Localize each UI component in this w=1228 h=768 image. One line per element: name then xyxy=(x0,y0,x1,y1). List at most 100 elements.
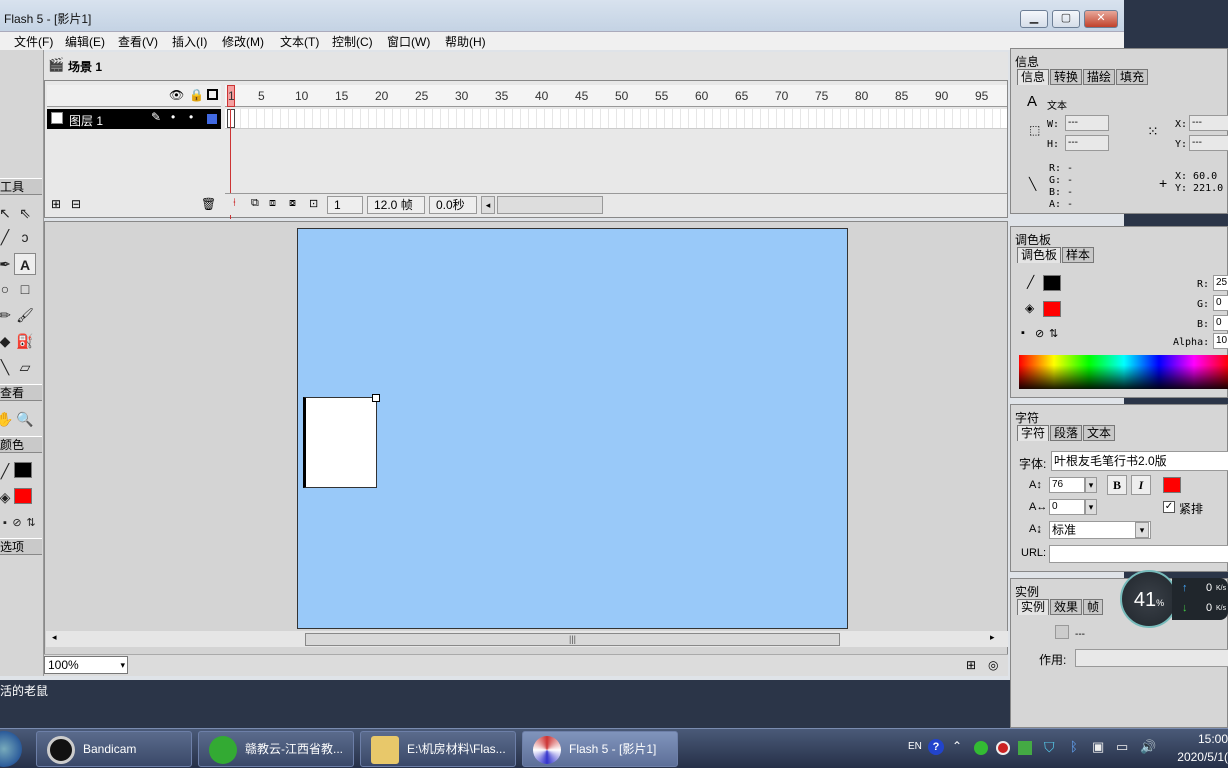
tray-expand-icon[interactable]: ⌃ xyxy=(952,739,962,753)
rectangle-tool-icon[interactable]: □ xyxy=(14,278,36,300)
tracking-field[interactable]: 0 xyxy=(1049,499,1085,515)
menu-window[interactable]: 窗口(W) xyxy=(387,33,430,50)
tray-network-icon[interactable] xyxy=(1018,741,1032,755)
modify-markers-icon[interactable]: ⊡ xyxy=(309,197,318,210)
tab-instance[interactable]: 实例 xyxy=(1017,599,1050,615)
mixer-no-color-icon[interactable]: ⊘ xyxy=(1035,327,1044,340)
menu-insert[interactable]: 插入(I) xyxy=(172,33,207,50)
frame-cells[interactable] xyxy=(225,109,1007,219)
library-icon[interactable]: ◎ xyxy=(988,658,998,672)
registration-grid-icon[interactable]: ⁙ xyxy=(1147,123,1159,140)
tray-device-icon[interactable]: ▣ xyxy=(1092,739,1104,755)
close-button[interactable]: ✕ xyxy=(1084,10,1118,28)
taskbar-item-explorer[interactable]: E:\机房材料\Flas... xyxy=(360,731,516,767)
lasso-tool-icon[interactable]: ↄ xyxy=(14,226,36,248)
text-tool-icon[interactable]: A xyxy=(14,253,36,275)
edit-multiple-icon[interactable]: ⧇ xyxy=(289,197,296,210)
scene-label[interactable]: 场景 1 xyxy=(68,58,102,75)
add-layer-icon[interactable]: ⊞ xyxy=(51,197,61,211)
lock-icon[interactable]: 🔒 xyxy=(189,88,204,102)
stroke-color-swatch[interactable] xyxy=(14,462,32,478)
visible-dot-icon[interactable]: • xyxy=(171,110,175,124)
menu-view[interactable]: 查看(V) xyxy=(118,33,158,50)
tab-stroke[interactable]: 描绘 xyxy=(1083,69,1116,85)
b-field[interactable]: 0 xyxy=(1213,315,1228,331)
font-size-field[interactable]: 76 xyxy=(1049,477,1085,493)
onion-outline-icon[interactable]: ⧈ xyxy=(269,197,276,210)
outline-color-icon[interactable] xyxy=(207,114,217,124)
mixer-stroke-swatch[interactable] xyxy=(1043,275,1061,291)
menu-help[interactable]: 帮助(H) xyxy=(445,33,486,50)
help-icon[interactable]: ? xyxy=(928,739,944,755)
onion-skin-icon[interactable]: ⧉ xyxy=(251,197,259,210)
tab-paragraph[interactable]: 段落 xyxy=(1050,425,1083,441)
tray-record-icon[interactable] xyxy=(996,741,1010,755)
brush-tool-icon[interactable]: 🖌 xyxy=(14,304,36,326)
fill-color-swatch[interactable] xyxy=(14,488,32,504)
chevron-down-icon[interactable]: ▾ xyxy=(1085,499,1097,515)
frame-ruler[interactable]: 1 5 10 15 20 25 30 35 40 45 50 55 60 65 … xyxy=(225,85,1007,107)
clock[interactable]: 15:00 2020/5/1( xyxy=(1168,732,1228,764)
y-field[interactable]: --- xyxy=(1189,135,1228,151)
font-field[interactable]: 叶根友毛笔行书2.0版 xyxy=(1051,451,1228,471)
menu-control[interactable]: 控制(C) xyxy=(332,33,373,50)
url-field[interactable] xyxy=(1049,545,1228,563)
stage-scroll-thumb[interactable]: ||| xyxy=(305,633,840,646)
minimize-button[interactable]: ▁ xyxy=(1020,10,1048,28)
language-indicator[interactable]: EN xyxy=(908,741,922,752)
italic-button[interactable]: I xyxy=(1131,475,1151,495)
keyframe[interactable] xyxy=(227,109,235,128)
x-field[interactable]: --- xyxy=(1189,115,1228,131)
chevron-down-icon[interactable]: ▾ xyxy=(1135,522,1149,538)
taskbar-item-bandicam[interactable]: Bandicam xyxy=(36,731,192,767)
show-shape-icon[interactable]: ⊞ xyxy=(966,658,976,672)
eye-icon[interactable]: 👁 xyxy=(169,88,184,102)
menu-edit[interactable]: 编辑(E) xyxy=(65,33,105,50)
h-field[interactable]: --- xyxy=(1065,135,1109,151)
taskbar-item-flash[interactable]: Flash 5 - [影片1] xyxy=(522,731,678,767)
timeline-scrollbar[interactable] xyxy=(497,196,603,214)
tab-character[interactable]: 字符 xyxy=(1017,425,1050,441)
tab-fill[interactable]: 填充 xyxy=(1116,69,1149,85)
network-meter[interactable]: 41% xyxy=(1120,570,1178,628)
scroll-left-button[interactable]: ◂ xyxy=(481,196,495,214)
zoom-select[interactable]: 100% ▾ xyxy=(44,656,128,674)
subselect-tool-icon[interactable]: ⇖ xyxy=(14,202,36,224)
lock-dot-icon[interactable]: • xyxy=(189,110,193,124)
color-spectrum[interactable] xyxy=(1019,355,1228,389)
swap-colors-icon[interactable]: ⇅ xyxy=(20,512,42,534)
delete-layer-icon[interactable]: 🗑 xyxy=(201,197,216,211)
start-button-icon[interactable] xyxy=(0,731,22,767)
chevron-down-icon[interactable]: ▾ xyxy=(1085,477,1097,493)
tab-mixer[interactable]: 调色板 xyxy=(1017,247,1062,263)
r-field[interactable]: 25 xyxy=(1213,275,1228,291)
menu-modify[interactable]: 修改(M) xyxy=(222,33,264,50)
tray-bluetooth-icon[interactable]: ᛒ xyxy=(1070,739,1078,754)
zoom-tool-icon[interactable]: 🔍 xyxy=(14,408,36,430)
tab-frame[interactable]: 帧 xyxy=(1083,599,1104,615)
center-frame-icon[interactable]: ⍿ xyxy=(233,197,236,210)
tab-text-options[interactable]: 文本 xyxy=(1083,425,1116,441)
stage[interactable] xyxy=(297,228,848,629)
tab-swatches[interactable]: 样本 xyxy=(1062,247,1095,263)
g-field[interactable]: 0 xyxy=(1213,295,1228,311)
add-guide-layer-icon[interactable]: ⊟ xyxy=(71,197,81,211)
tab-transform[interactable]: 转换 xyxy=(1050,69,1083,85)
outline-icon[interactable] xyxy=(207,89,218,100)
mixer-swap-icon[interactable]: ⇅ xyxy=(1049,327,1058,340)
w-field[interactable]: --- xyxy=(1065,115,1109,131)
tab-info[interactable]: 信息 xyxy=(1017,69,1050,85)
scroll-right-arrow-icon[interactable]: ▸ xyxy=(990,632,995,643)
text-box-handle[interactable] xyxy=(372,394,380,402)
taskbar-item-browser[interactable]: 赣教云-江西省教... xyxy=(198,731,354,767)
menu-file[interactable]: 文件(F) xyxy=(14,33,53,50)
mixer-default-colors-icon[interactable]: ▪ xyxy=(1021,327,1025,339)
tray-volume-icon[interactable]: 🔊 xyxy=(1140,739,1156,755)
tab-effect[interactable]: 效果 xyxy=(1050,599,1083,615)
text-color-swatch[interactable] xyxy=(1163,477,1181,493)
tray-app-icon[interactable] xyxy=(974,741,988,755)
alpha-field[interactable]: 10 xyxy=(1213,333,1228,349)
tray-display-icon[interactable]: ▭ xyxy=(1116,739,1128,755)
kern-checkbox[interactable]: ✓ xyxy=(1163,501,1175,513)
scroll-left-arrow-icon[interactable]: ◂ xyxy=(52,632,57,643)
